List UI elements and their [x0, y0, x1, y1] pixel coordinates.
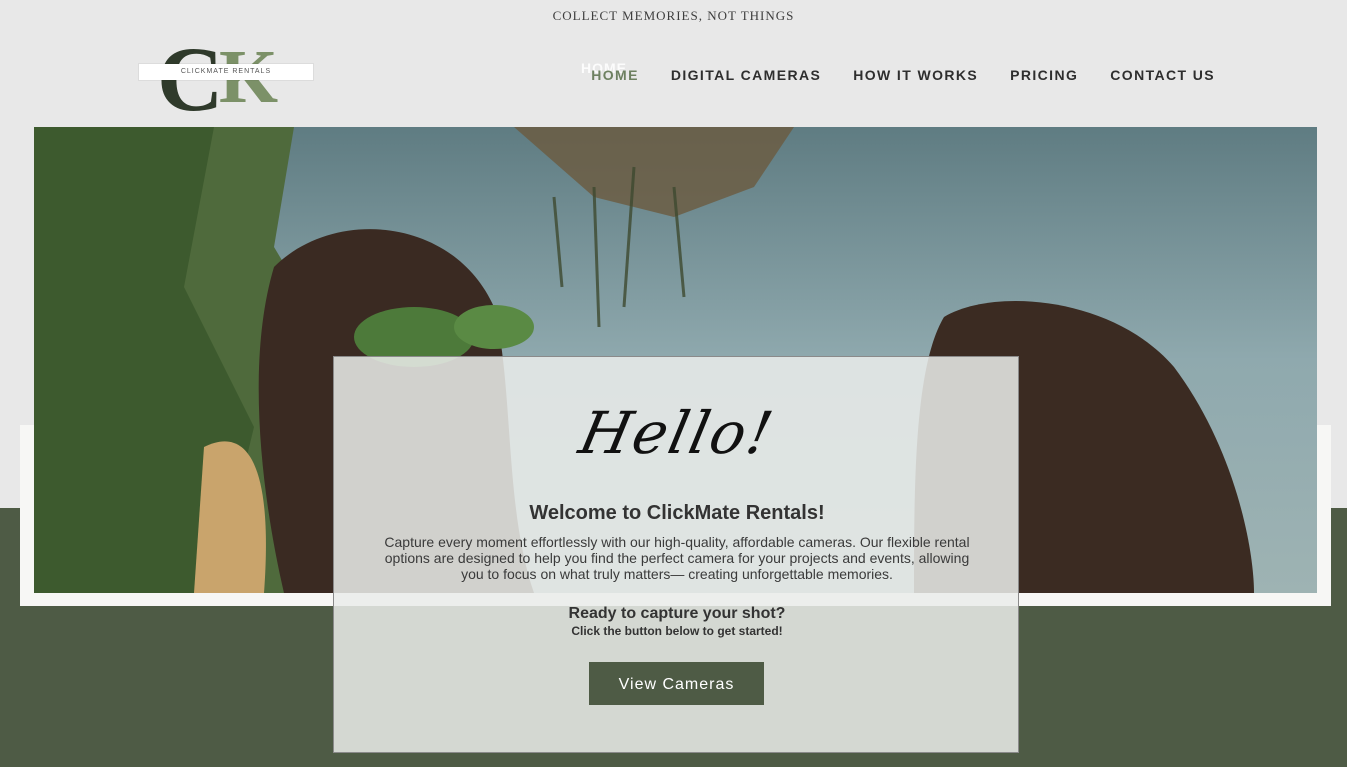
welcome-heading: Welcome to ClickMate Rentals!	[529, 502, 825, 524]
nav-home[interactable]: HOME	[591, 65, 639, 85]
logo-wordmark: CLICKMATE RENTALS	[139, 64, 313, 80]
nav-contact-us[interactable]: CONTACT US	[1110, 65, 1215, 85]
welcome-card: Hello! Welcome to ClickMate Rentals! Cap…	[333, 356, 1019, 753]
view-cameras-button[interactable]: View Cameras	[589, 662, 764, 705]
nav-pricing[interactable]: PRICING	[1010, 65, 1078, 85]
hello-script-heading: Hello!	[573, 399, 781, 467]
tagline: COLLECT MEMORIES, NOT THINGS	[552, 8, 795, 23]
welcome-description: Capture every moment effortlessly with o…	[384, 534, 970, 582]
cta-heading: Ready to capture your shot?	[568, 605, 786, 622]
main-nav: HOME DIGITAL CAMERAS HOW IT WORKS PRICIN…	[591, 65, 1215, 85]
cta-subtext: Click the button below to get started!	[571, 624, 783, 638]
nav-how-it-works[interactable]: HOW IT WORKS	[853, 65, 978, 85]
logo[interactable]: C K CLICKMATE RENTALS	[137, 36, 315, 114]
nav-digital-cameras[interactable]: DIGITAL CAMERAS	[671, 65, 821, 85]
